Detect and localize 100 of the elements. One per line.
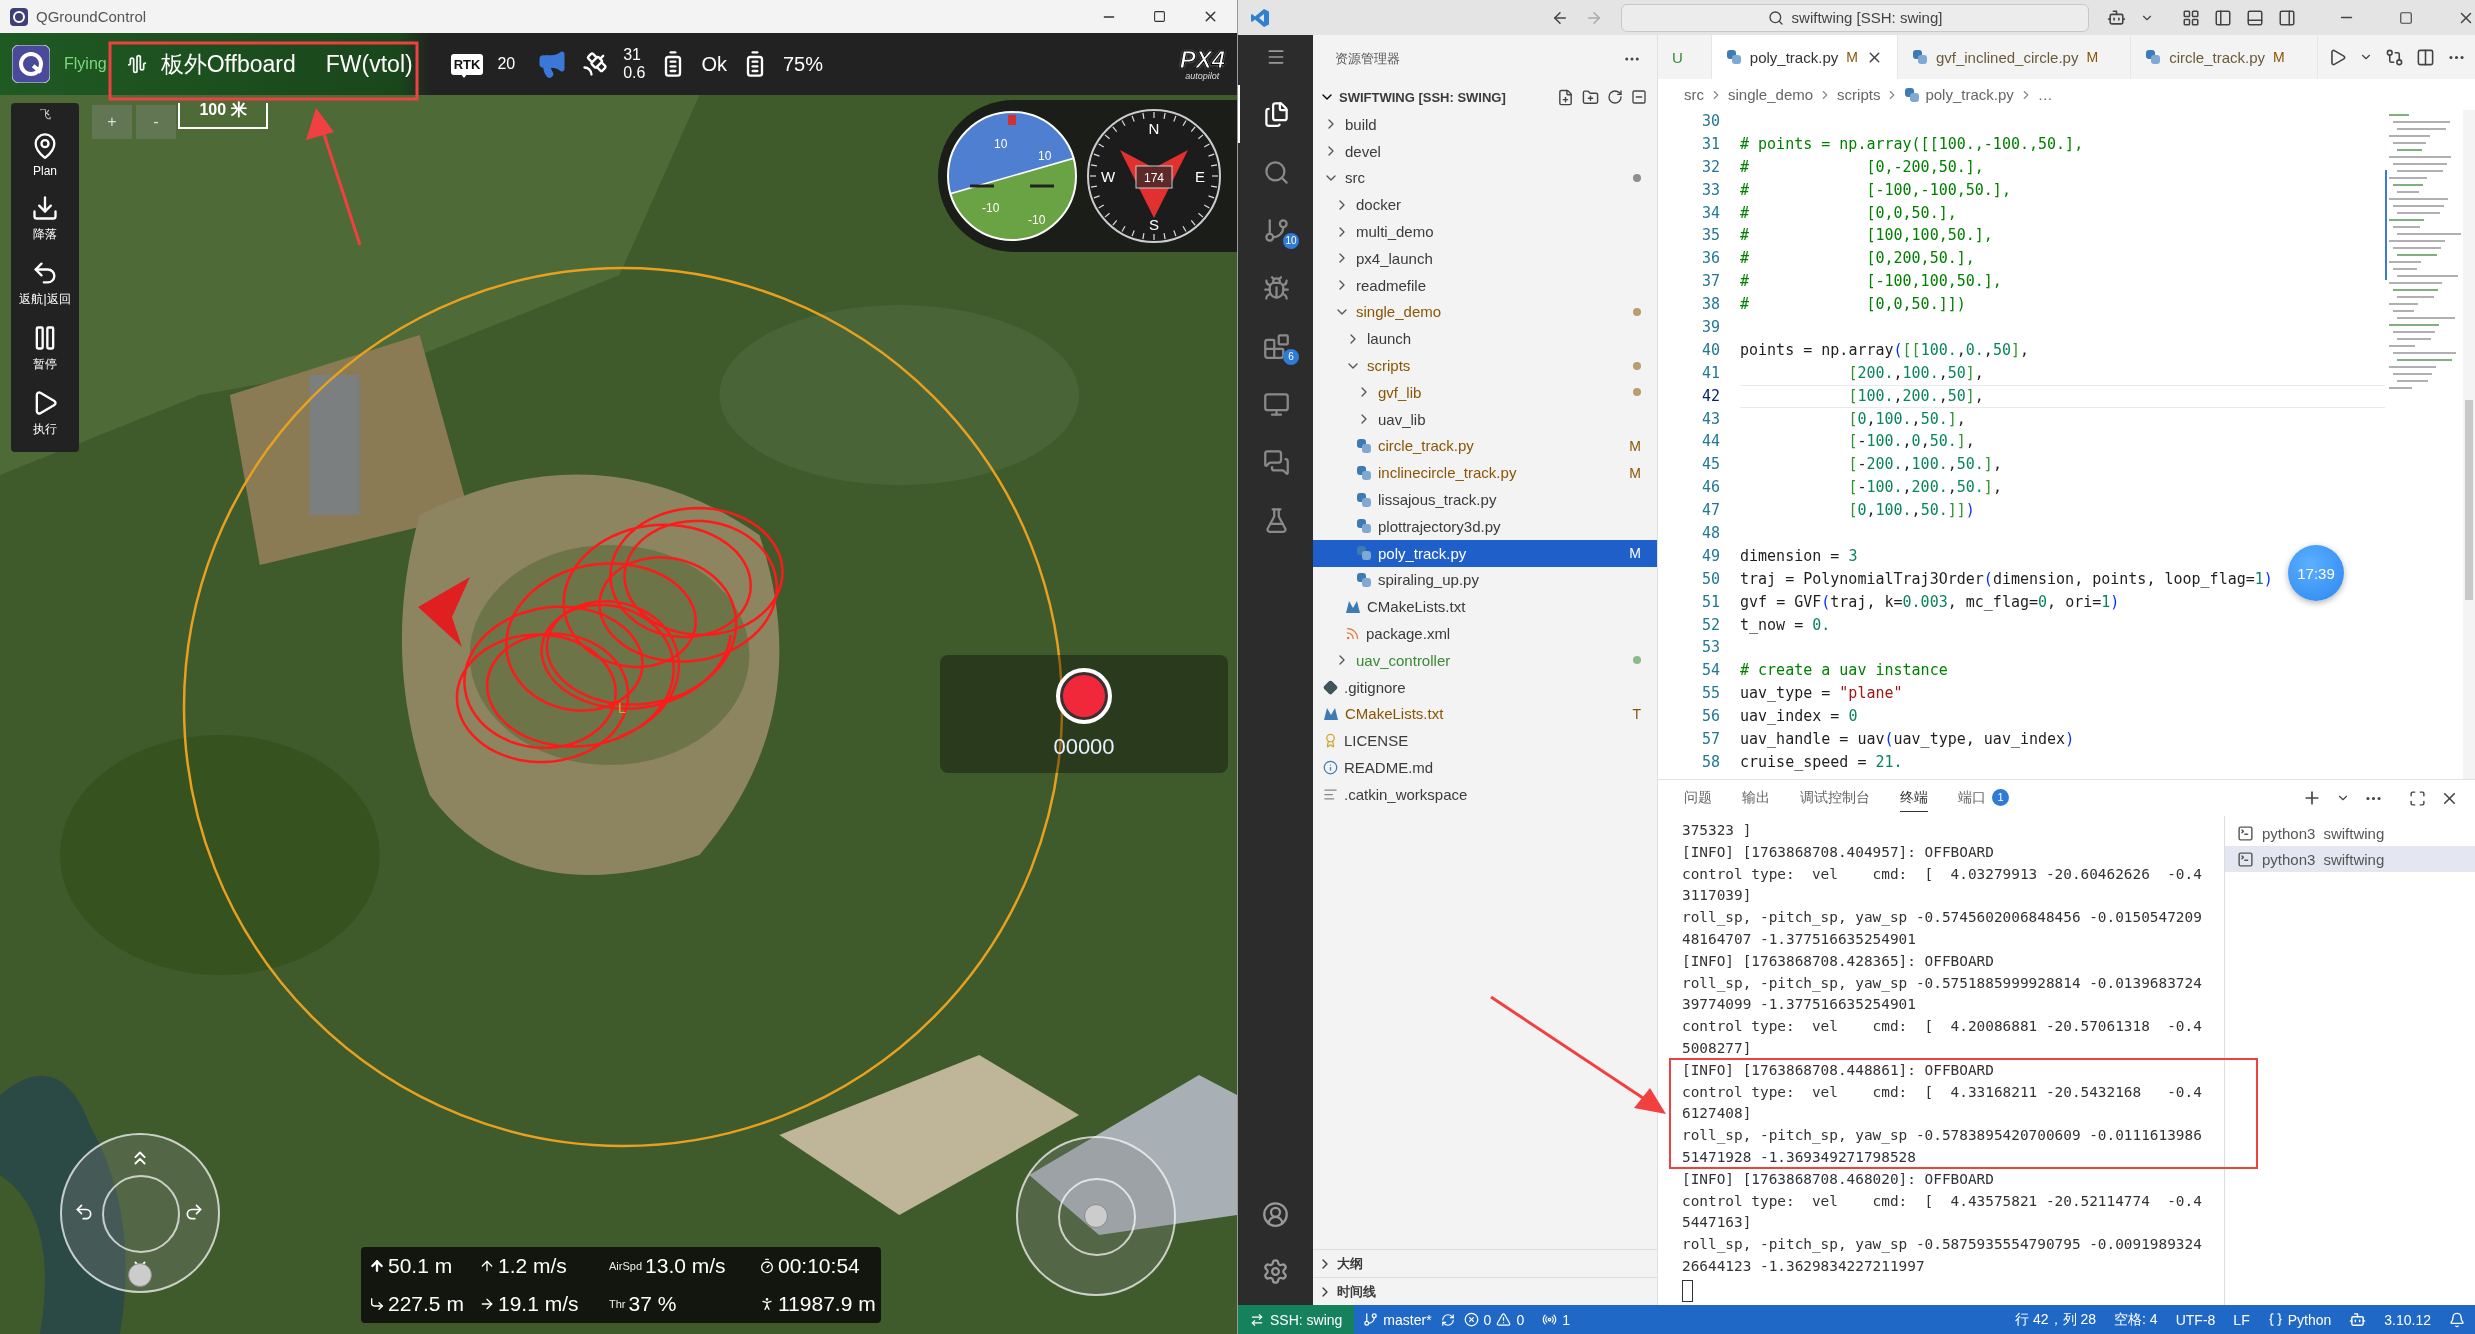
tool-button[interactable]: 暂停: [12, 318, 78, 379]
section-header[interactable]: 大纲: [1313, 1249, 1657, 1277]
cursor-position[interactable]: 行 42，列 28: [2006, 1310, 2106, 1329]
tree-item[interactable]: uav_lib: [1313, 405, 1657, 433]
tree-item[interactable]: spiraling_up.py: [1313, 566, 1657, 594]
code-line: # [-100,-100,50.],: [1740, 179, 2011, 201]
terminal-line: control type: vel cmd: [ 4.33168211 -20.5432168 -0.4: [1682, 1082, 2202, 1102]
tree-item[interactable]: multi_demo: [1313, 218, 1657, 245]
tree-item[interactable]: inclinecircle_track.py M: [1313, 459, 1657, 487]
pitch-label: 10: [1038, 149, 1052, 163]
tree-item[interactable]: CMakeLists.txt T: [1313, 700, 1657, 728]
panel-tab[interactable]: 输出: [1742, 784, 1770, 812]
tree-item[interactable]: circle_track.py M: [1313, 432, 1657, 460]
battery-percent: 75%: [783, 52, 823, 76]
problems-status[interactable]: 0 0: [1454, 1311, 1534, 1328]
code-line: gvf = GVF(traj, k=0.003, mc_flag=0, ori=1): [1740, 591, 2120, 613]
panel-tab[interactable]: 端口 1: [1958, 784, 2009, 812]
line-number: 46: [1700, 477, 1720, 499]
record-counter: 00000: [1053, 734, 1115, 760]
count-badge: 6: [1283, 349, 1299, 365]
indentation-status[interactable]: 空格: 4: [2105, 1310, 2167, 1329]
breadcrumb-item[interactable]: …: [2037, 86, 2053, 103]
line-number: 56: [1700, 706, 1720, 728]
remote-indicator[interactable]: SSH: swing: [1238, 1305, 1355, 1334]
tool-button[interactable]: 降落: [12, 188, 78, 249]
zoom-out-button[interactable]: -: [136, 105, 176, 139]
tree-item[interactable]: poly_track.py M: [1313, 539, 1657, 567]
tree-item[interactable]: scripts: [1313, 352, 1657, 379]
window-title: QGroundControl: [36, 8, 147, 25]
telemetry-value: 1.2 m/s: [498, 1254, 567, 1278]
code-line: # [0,0,50.]]): [1740, 294, 1966, 316]
command-center-search[interactable]: swiftwing [SSH: swing]: [1621, 3, 2089, 32]
workspace-name: SWIFTWING [SSH: SWING]: [1339, 89, 1506, 105]
logo-mark: PX4: [1179, 47, 1225, 72]
sidebar-title: 资源管理器: [1335, 50, 1400, 68]
tree-item[interactable]: .gitignore: [1313, 673, 1657, 701]
git-status-label: T: [1632, 705, 1641, 722]
tree-item[interactable]: plottrajectory3d.py: [1313, 512, 1657, 540]
terminal-folder: swiftwing: [2323, 850, 2385, 868]
terminal-line: roll_sp, -pitch_sp, yaw_sp -0.5875935554790795 -0.0091989324: [1682, 1235, 2202, 1255]
eol-status[interactable]: LF: [2224, 1311, 2259, 1328]
panel-tab[interactable]: 调试控制台: [1800, 784, 1870, 812]
breadcrumb-item[interactable]: single_demo: [1728, 86, 1814, 103]
tree-item[interactable]: launch: [1313, 325, 1657, 353]
rtk-count: 20: [497, 55, 516, 73]
tree-item[interactable]: LICENSE: [1313, 727, 1657, 755]
line-number: 53: [1700, 637, 1720, 659]
tree-item[interactable]: .catkin_workspace: [1313, 780, 1657, 808]
tool-button[interactable]: 返航|返回: [12, 253, 78, 314]
line-number: 39: [1700, 317, 1720, 338]
tree-item[interactable]: readmefile: [1313, 271, 1657, 299]
encoding-status[interactable]: UTF-8: [2166, 1311, 2225, 1328]
panel-tab[interactable]: 问题: [1684, 784, 1712, 812]
flight-mode[interactable]: 板外Offboard: [160, 48, 296, 80]
activity-button[interactable]: 10: [1238, 201, 1313, 259]
git-status-label: M: [1846, 49, 1858, 65]
line-number: 36: [1700, 248, 1720, 270]
editor-tab[interactable]: poly_track.py M: [1711, 35, 1898, 79]
ports-status[interactable]: 1: [1533, 1311, 1579, 1328]
tree-item[interactable]: README.md: [1313, 754, 1657, 781]
tree-item[interactable]: docker: [1313, 191, 1657, 219]
terminal-line: [INFO] [1763868708.468020]: OFFBOARD: [1682, 1169, 1994, 1189]
tree-item[interactable]: gvf_lib: [1313, 378, 1657, 406]
tree-item[interactable]: px4_launch: [1313, 245, 1657, 272]
tool-button[interactable]: Plan: [12, 126, 78, 184]
tree-item[interactable]: build: [1313, 111, 1657, 138]
workspace-header[interactable]: SWIFTWING [SSH: SWING]: [1313, 83, 1657, 111]
tree-item[interactable]: single_demo: [1313, 298, 1657, 326]
zoom-in-button[interactable]: +: [92, 105, 132, 139]
tree-item[interactable]: lissajous_track.py: [1313, 486, 1657, 513]
tool-button[interactable]: 执行: [12, 383, 78, 444]
count-badge: 1: [1992, 789, 2009, 806]
telemetry-value: 19.1 m/s: [498, 1292, 579, 1316]
breadcrumb-item[interactable]: scripts: [1837, 86, 1881, 103]
tree-item[interactable]: uav_controller: [1313, 646, 1657, 674]
terminal-line: 5447163]: [1682, 1213, 1752, 1233]
breadcrumb-item[interactable]: poly_track.py: [1925, 86, 2014, 103]
terminal-line: control type: vel cmd: [ 4.20086881 -20.57061318 -0.4: [1682, 1017, 2202, 1037]
code-line: cruise_speed = 21.: [1740, 751, 1903, 773]
python-version[interactable]: 3.10.12: [2375, 1311, 2440, 1328]
terminal-list-item[interactable]: python3 swiftwing: [2225, 820, 2475, 846]
telemetry-label: Thr: [609, 1298, 626, 1310]
terminal-line: roll_sp, -pitch_sp, yaw_sp -0.5745602006848456 -0.0150547209: [1682, 908, 2202, 928]
tree-item[interactable]: CMakeLists.txt: [1313, 593, 1657, 621]
battery-status: Ok: [701, 52, 727, 76]
tree-item[interactable]: src: [1313, 164, 1657, 192]
pitch-label: -10: [1028, 213, 1046, 227]
tree-item[interactable]: package.xml: [1313, 620, 1657, 647]
breadcrumb-item[interactable]: src: [1684, 86, 1704, 103]
compass-south: S: [1149, 216, 1159, 233]
terminal-line: 48164707 -1.377516635254901: [1682, 930, 1916, 949]
panel-tab[interactable]: 终端: [1900, 784, 1928, 812]
activity-button[interactable]: 6: [1238, 317, 1313, 375]
language-mode[interactable]: Python: [2258, 1311, 2341, 1328]
branch-status[interactable]: master*: [1354, 1311, 1441, 1328]
telemetry-value: 227.5 m: [388, 1292, 464, 1316]
code-line: [0,100.,50.],: [1847, 408, 1966, 430]
terminal-list-item[interactable]: python3 swiftwing: [2225, 846, 2475, 872]
tree-item[interactable]: devel: [1313, 137, 1657, 165]
line-number: 35: [1700, 225, 1720, 247]
